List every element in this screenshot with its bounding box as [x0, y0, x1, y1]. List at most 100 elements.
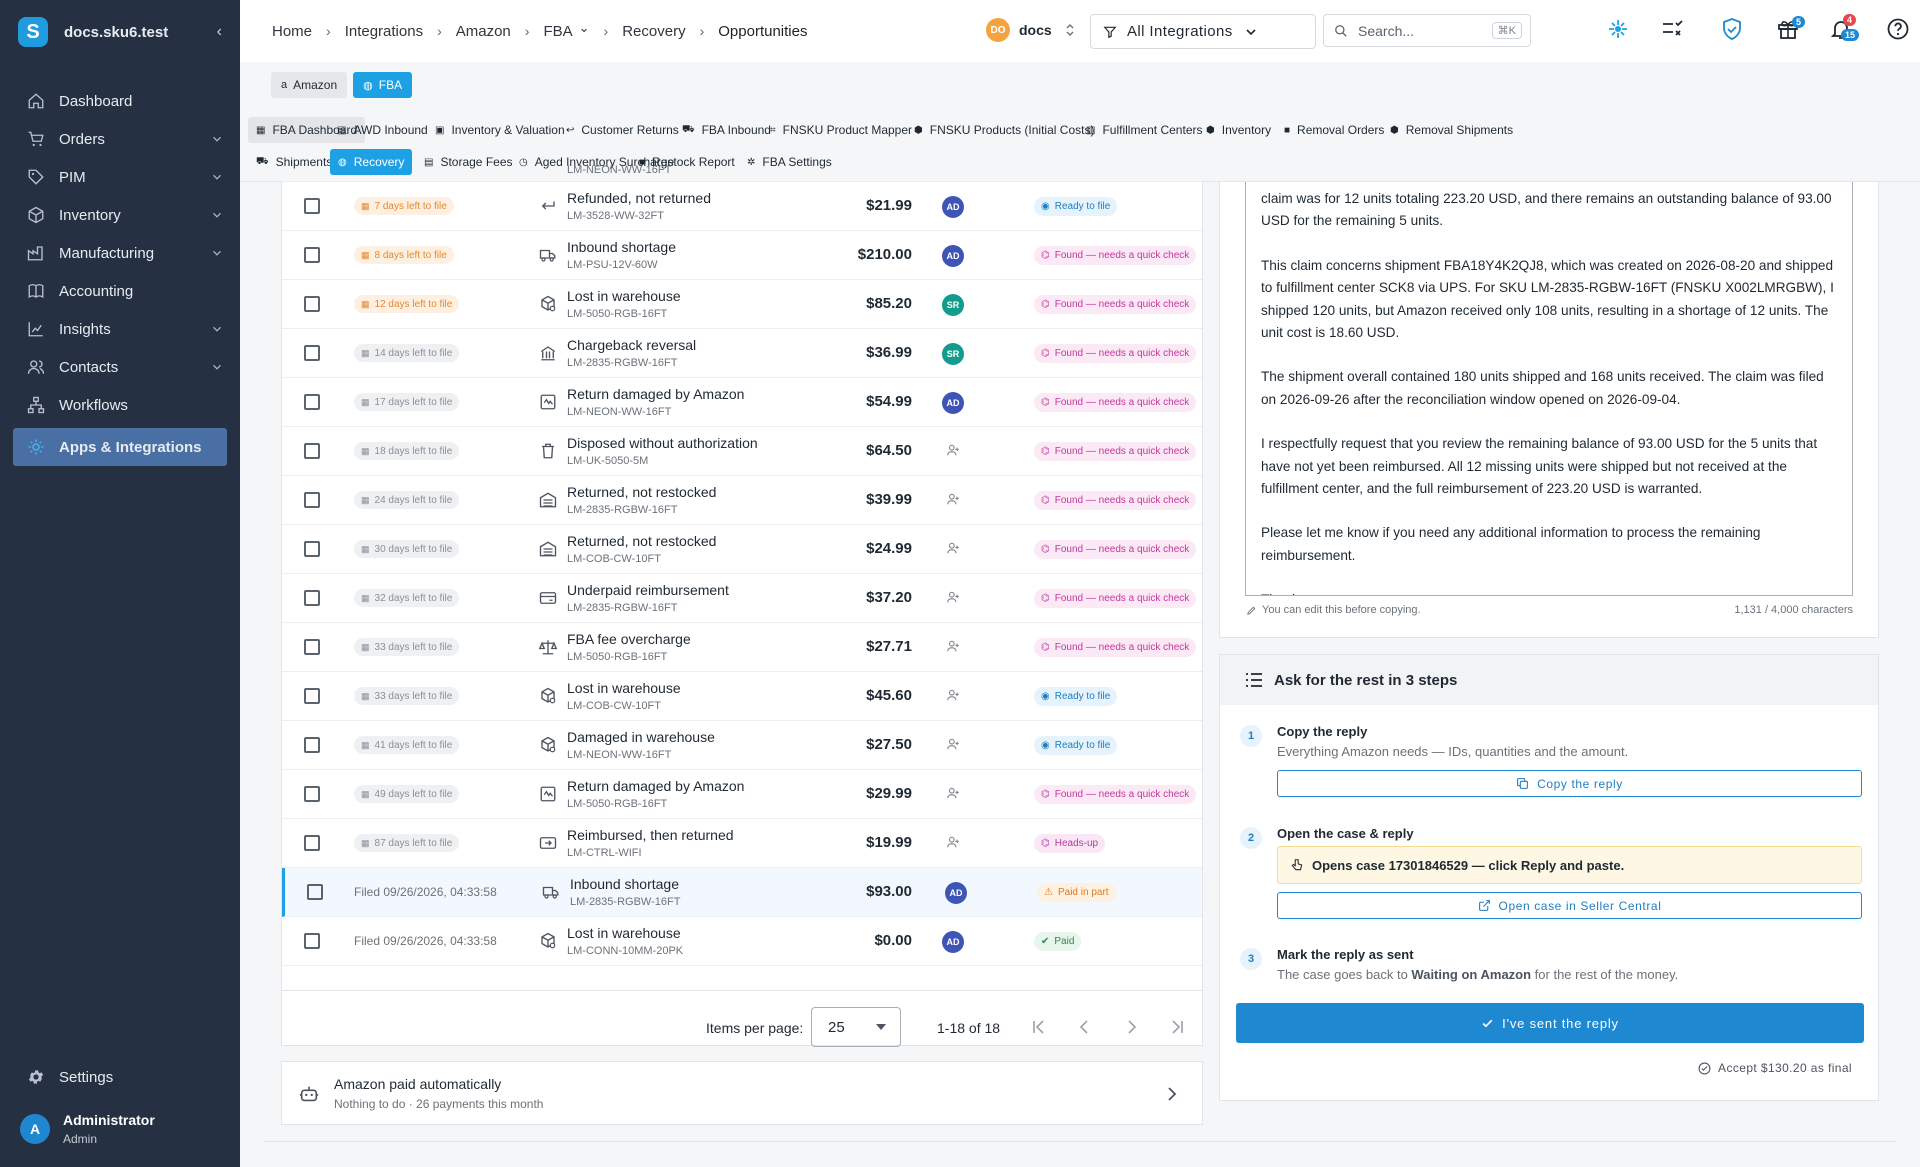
- breadcrumb-item[interactable]: FBA: [543, 23, 572, 40]
- search-input[interactable]: Search... ⌘K: [1323, 14, 1531, 47]
- sidebar-item-insights[interactable]: Insights: [0, 310, 240, 348]
- auto-paid-card[interactable]: Amazon paid automatically Nothing to do …: [281, 1061, 1203, 1125]
- table-row[interactable]: ▦ 41 days left to file Damaged in warehous…: [282, 721, 1202, 770]
- row-checkbox[interactable]: [307, 884, 323, 900]
- breadcrumb-item[interactable]: Amazon: [456, 23, 511, 40]
- row-checkbox[interactable]: [304, 296, 320, 312]
- tab-icon: ⬢: [1206, 124, 1215, 136]
- integration-filter[interactable]: All Integrations: [1090, 14, 1316, 49]
- row-checkbox[interactable]: [304, 786, 320, 802]
- table-row[interactable]: ▦ 30 days left to file Returned, not resto…: [282, 525, 1202, 574]
- user-profile[interactable]: A Administrator Admin: [20, 1112, 155, 1146]
- assignee-avatar[interactable]: SR: [942, 343, 964, 365]
- table-row[interactable]: ▦ 17 days left to file Return damaged by A…: [282, 378, 1202, 427]
- tab-inventory[interactable]: ⬢ Inventory: [1198, 117, 1279, 143]
- tab-removal-orders[interactable]: ■ Removal Orders: [1276, 117, 1392, 143]
- workspace-switcher[interactable]: DO docs: [986, 18, 1076, 42]
- assignee-avatar[interactable]: SR: [942, 294, 964, 316]
- help-icon[interactable]: [1886, 17, 1910, 41]
- chip-amazon[interactable]: a Amazon: [271, 72, 348, 98]
- table-row[interactable]: Filed 09/26/2026, 04:33:58 Lost in wareho…: [282, 917, 1202, 966]
- row-checkbox[interactable]: [304, 541, 320, 557]
- accept-final-button[interactable]: Accept $130.20 as final: [1698, 1061, 1852, 1075]
- row-checkbox[interactable]: [304, 590, 320, 606]
- table-row[interactable]: ▦ 87 days left to file Reimbursed, then re…: [282, 819, 1202, 868]
- table-row[interactable]: ▦ 8 days left to file Inbound shortage LM-P…: [282, 231, 1202, 280]
- tab-fnsku-product-mapper[interactable]: ⌗ FNSKU Product Mapper: [762, 117, 920, 143]
- sidebar-item-inventory[interactable]: Inventory: [0, 196, 240, 234]
- sidebar-item-dashboard[interactable]: Dashboard: [0, 82, 240, 120]
- first-page-icon[interactable]: [1030, 1018, 1048, 1036]
- unassigned-icon[interactable]: [946, 590, 960, 604]
- assignee-avatar[interactable]: AD: [945, 882, 967, 904]
- unassigned-icon[interactable]: [946, 492, 960, 506]
- unassigned-icon[interactable]: [946, 541, 960, 555]
- sidebar-item-pim[interactable]: PIM: [0, 158, 240, 196]
- table-row[interactable]: ▦ 18 days left to file Disposed without au…: [282, 427, 1202, 476]
- row-checkbox[interactable]: [304, 933, 320, 949]
- reply-textarea[interactable]: claim was for 12 units totaling 223.20 U…: [1245, 182, 1853, 596]
- unassigned-icon[interactable]: [946, 737, 960, 751]
- row-checkbox[interactable]: [304, 394, 320, 410]
- unassigned-icon[interactable]: [946, 786, 960, 800]
- tab-awd-inbound[interactable]: ▤ AWD Inbound: [329, 117, 436, 143]
- tasks-icon[interactable]: [1660, 17, 1684, 41]
- row-checkbox[interactable]: [304, 443, 320, 459]
- table-row[interactable]: ▦ 32 days left to file Underpaid reimburse…: [282, 574, 1202, 623]
- table-row[interactable]: ▦ 7 days left to file Refunded, not return…: [282, 182, 1202, 231]
- breadcrumb-item[interactable]: Recovery: [622, 23, 685, 40]
- copy-reply-button[interactable]: Copy the reply: [1277, 770, 1862, 797]
- row-checkbox[interactable]: [304, 345, 320, 361]
- row-checkbox[interactable]: [304, 688, 320, 704]
- items-per-page-select[interactable]: 25: [811, 1007, 901, 1047]
- row-checkbox[interactable]: [304, 198, 320, 214]
- tab-inventory-valuation[interactable]: ▣ Inventory & Valuation: [427, 117, 573, 143]
- table-row[interactable]: Filed 09/26/2026, 04:33:58 Inbound shorta…: [282, 868, 1202, 917]
- ai-sparkle-icon[interactable]: [1606, 17, 1630, 41]
- sidebar-item-accounting[interactable]: Accounting: [0, 272, 240, 310]
- open-case-button[interactable]: Open case in Seller Central: [1277, 892, 1862, 919]
- next-page-icon[interactable]: [1122, 1018, 1140, 1036]
- table-row[interactable]: ▦ 14 days left to file Chargeback reversal…: [282, 329, 1202, 378]
- sidebar-item-orders[interactable]: Orders: [0, 120, 240, 158]
- sidebar-item-manufacturing[interactable]: Manufacturing: [0, 234, 240, 272]
- tab-fnsku-products-initial-costs[interactable]: ⬢ FNSKU Products (Initial Costs): [906, 117, 1102, 143]
- table-row[interactable]: ▦ 33 days left to file FBA fee overcharge L…: [282, 623, 1202, 672]
- breadcrumb-item[interactable]: Integrations: [345, 23, 423, 40]
- table-row[interactable]: ▦ 12 days left to file Lost in warehouse LM…: [282, 280, 1202, 329]
- assignee-avatar[interactable]: AD: [942, 196, 964, 218]
- unassigned-icon[interactable]: [946, 443, 960, 457]
- status-text: Heads-up: [1054, 838, 1099, 849]
- assignee-avatar[interactable]: AD: [942, 931, 964, 953]
- unassigned-icon[interactable]: [946, 639, 960, 653]
- unassigned-icon[interactable]: [946, 688, 960, 702]
- tab-removal-shipments[interactable]: ⬢ Removal Shipments: [1382, 117, 1521, 143]
- row-checkbox[interactable]: [304, 737, 320, 753]
- table-row[interactable]: ▦ 24 days left to file Returned, not resto…: [282, 476, 1202, 525]
- assignee-avatar[interactable]: AD: [942, 245, 964, 267]
- collapse-sidebar-icon[interactable]: ‹: [217, 23, 222, 41]
- unassigned-icon[interactable]: [946, 835, 960, 849]
- sent-reply-button[interactable]: I've sent the reply: [1236, 1003, 1864, 1043]
- table-row[interactable]: ▦ 33 days left to file Lost in warehouse LM…: [282, 672, 1202, 721]
- sidebar-item-contacts[interactable]: Contacts: [0, 348, 240, 386]
- chip-fba[interactable]: ◍ FBA: [353, 72, 413, 98]
- row-checkbox[interactable]: [304, 492, 320, 508]
- shield-icon[interactable]: [1720, 17, 1744, 41]
- assignee-avatar[interactable]: AD: [942, 392, 964, 414]
- row-checkbox[interactable]: [304, 835, 320, 851]
- tab-label: Inventory & Valuation: [451, 123, 565, 137]
- breadcrumb-item[interactable]: Home: [272, 23, 312, 40]
- workspace-name[interactable]: docs.sku6.test: [64, 24, 217, 41]
- table-row[interactable]: ▦ 49 days left to file Return damaged by A…: [282, 770, 1202, 819]
- prev-page-icon[interactable]: [1076, 1018, 1094, 1036]
- sidebar-item-apps-integrations[interactable]: Apps & Integrations: [13, 428, 227, 466]
- row-checkbox[interactable]: [304, 247, 320, 263]
- last-page-icon[interactable]: [1168, 1018, 1186, 1036]
- sidebar-item-settings[interactable]: Settings: [0, 1058, 240, 1096]
- tab-customer-returns[interactable]: ↩ Customer Returns: [558, 117, 687, 143]
- tab-fulfillment-centers[interactable]: ▥ Fulfillment Centers: [1078, 117, 1210, 143]
- row-checkbox[interactable]: [304, 639, 320, 655]
- table-row[interactable]: LM-NEON-WW-16FT: [282, 161, 1202, 182]
- sidebar-item-workflows[interactable]: Workflows: [0, 386, 240, 424]
